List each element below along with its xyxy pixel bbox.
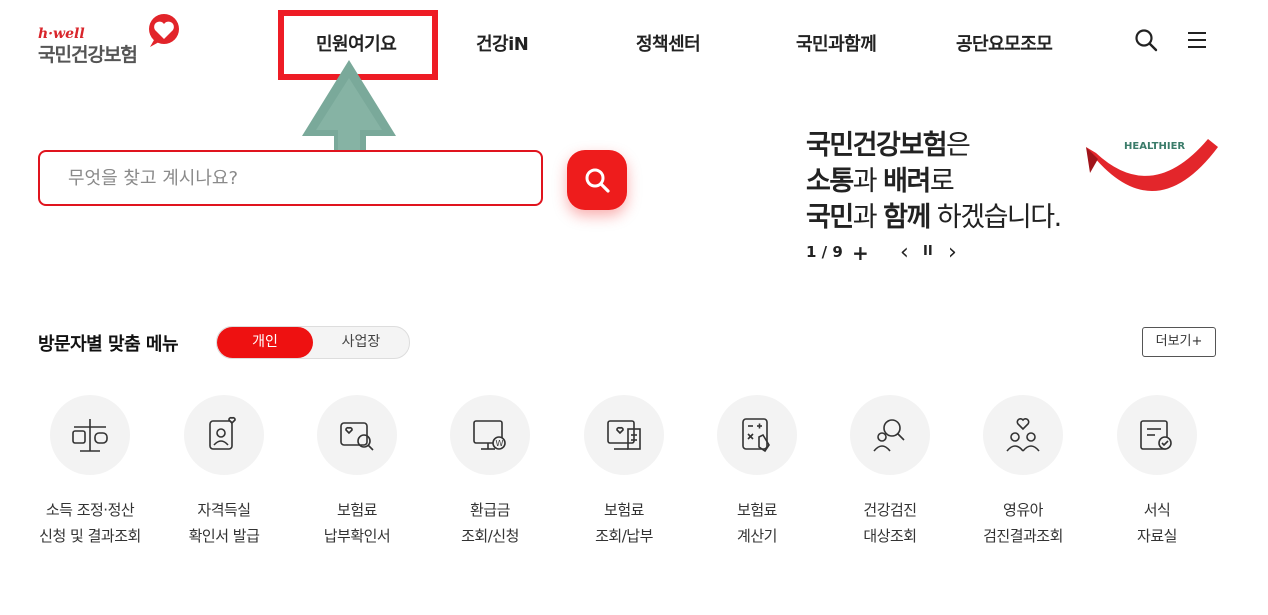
banner-illustration: HEALTHIER — [1086, 139, 1218, 191]
menu-icon-circle — [184, 395, 264, 475]
banner-text: 함께 — [883, 202, 931, 233]
menu-item-qualification[interactable]: 자격득실 확인서 발급 — [154, 395, 294, 549]
menu-label-line: 환급금 — [470, 501, 510, 519]
visitor-toggle: 개인 사업장 — [216, 326, 410, 359]
menu-item-label: 환급금 조회/신청 — [420, 497, 560, 549]
document-check-icon — [1140, 420, 1172, 450]
menu-label-line: 대상조회 — [863, 527, 917, 545]
more-button[interactable]: 더보기+ — [1142, 327, 1216, 357]
menu-label-line: 계산기 — [737, 527, 777, 545]
menu-icon-circle — [584, 395, 664, 475]
menu-label-line: 납부확인서 — [323, 527, 391, 545]
search-icon[interactable] — [1134, 28, 1158, 52]
menu-item-label: 서식 자료실 — [1087, 497, 1227, 549]
banner-text: 소통 — [806, 166, 854, 197]
menu-label-line: 보험료 — [737, 501, 777, 519]
menu-icon-circle — [1117, 395, 1197, 475]
toggle-personal[interactable]: 개인 — [217, 327, 313, 358]
svg-text:W: W — [496, 439, 504, 448]
search-button[interactable] — [567, 150, 627, 210]
menu-label-line: 보험료 — [604, 501, 644, 519]
banner-slogan: 국민건강보험은 소통과 배려로 국민과 함께 하겠습니다. — [806, 128, 1062, 236]
family-heart-icon — [1006, 418, 1040, 452]
menu-item-label: 자격득실 확인서 발급 — [154, 497, 294, 549]
nav-item-with-people[interactable]: 국민과함께 — [796, 30, 877, 56]
menu-item-calculator[interactable]: 보험료 계산기 — [687, 395, 827, 549]
monitor-won-icon: W — [473, 420, 506, 450]
banner-text: 국민 — [806, 202, 854, 233]
chevron-left-icon[interactable]: ‹ — [900, 240, 909, 265]
pause-icon[interactable]: II — [923, 244, 933, 259]
menu-item-premium-pay[interactable]: 보험료 조회/납부 — [554, 395, 694, 549]
scale-icon — [72, 419, 108, 452]
search-box — [38, 150, 543, 206]
menu-icon-circle: W — [450, 395, 530, 475]
banner-art-text: HEALTHIER — [1124, 141, 1185, 152]
banner-text: 로 — [929, 166, 955, 197]
chevron-right-icon[interactable]: › — [948, 240, 957, 265]
menu-label-line: 보험료 — [337, 501, 377, 519]
search-icon — [585, 168, 610, 193]
banner-text: 과 — [852, 202, 884, 233]
person-search-icon — [873, 419, 905, 452]
slide-counter: 1 / 9 — [806, 243, 843, 261]
menu-label-line: 신청 및 결과조회 — [39, 527, 141, 545]
menu-label-line: 확인서 발급 — [188, 527, 260, 545]
menu-item-income-adjust[interactable]: 소득 조정·정산 신청 및 결과조회 — [20, 395, 160, 549]
menu-label-line: 조회/신청 — [461, 527, 519, 545]
id-heart-icon — [209, 416, 236, 450]
toggle-business[interactable]: 사업장 — [313, 327, 409, 358]
menu-label-line: 검진결과조회 — [983, 527, 1063, 545]
nav-item-health-in[interactable]: 건강iN — [476, 30, 529, 56]
banner-text: 하겠습니다. — [929, 202, 1062, 233]
menu-item-label: 보험료 계산기 — [687, 497, 827, 549]
search-input[interactable] — [40, 152, 541, 204]
menu-icon-circle — [317, 395, 397, 475]
menu-item-checkup[interactable]: 건강검진 대상조회 — [820, 395, 960, 549]
banner-text: 은 — [946, 130, 971, 161]
nav-item-about[interactable]: 공단요모조모 — [956, 30, 1053, 56]
menu-item-infant-checkup[interactable]: 영유아 검진결과조회 — [953, 395, 1093, 549]
menu-label-line: 조회/납부 — [595, 527, 653, 545]
menu-icon-circle — [717, 395, 797, 475]
bill-icon — [607, 420, 641, 450]
menu-icon-circle — [50, 395, 130, 475]
menu-item-payment-cert[interactable]: 보험료 납부확인서 — [287, 395, 427, 549]
nav-item-policy[interactable]: 정책센터 — [636, 30, 701, 56]
menu-item-refund[interactable]: W 환급금 조회/신청 — [420, 395, 560, 549]
card-search-icon — [340, 422, 374, 451]
banner-text: 과 — [852, 166, 884, 197]
main-nav: 민원여기요 건강iN 정책센터 국민과함께 공단요모조모 — [0, 0, 1268, 85]
menu-item-label: 보험료 납부확인서 — [287, 497, 427, 549]
banner-text: 국민건강보험 — [806, 130, 948, 161]
menu-icon-circle — [850, 395, 930, 475]
calculator-icon — [742, 418, 770, 453]
menu-icon-circle — [983, 395, 1063, 475]
banner-text: 배려 — [883, 166, 931, 197]
plus-icon[interactable]: + — [852, 241, 869, 265]
menu-label-line: 자격득실 — [197, 501, 251, 519]
menu-item-label: 영유아 검진결과조회 — [953, 497, 1093, 549]
menu-item-label: 보험료 조회/납부 — [554, 497, 694, 549]
menu-label-line: 서식 — [1143, 501, 1171, 519]
menu-icon[interactable] — [1185, 28, 1209, 52]
menu-item-label: 소득 조정·정산 신청 및 결과조회 — [20, 497, 160, 549]
menu-item-label: 건강검진 대상조회 — [820, 497, 960, 549]
section-title: 방문자별 맞춤 메뉴 — [38, 334, 179, 355]
menu-label-line: 영유아 — [1003, 501, 1043, 519]
menu-label-line: 건강검진 — [863, 501, 917, 519]
menu-label-line: 소득 조정·정산 — [45, 501, 135, 519]
menu-item-forms[interactable]: 서식 자료실 — [1087, 395, 1227, 549]
menu-label-line: 자료실 — [1137, 527, 1177, 545]
